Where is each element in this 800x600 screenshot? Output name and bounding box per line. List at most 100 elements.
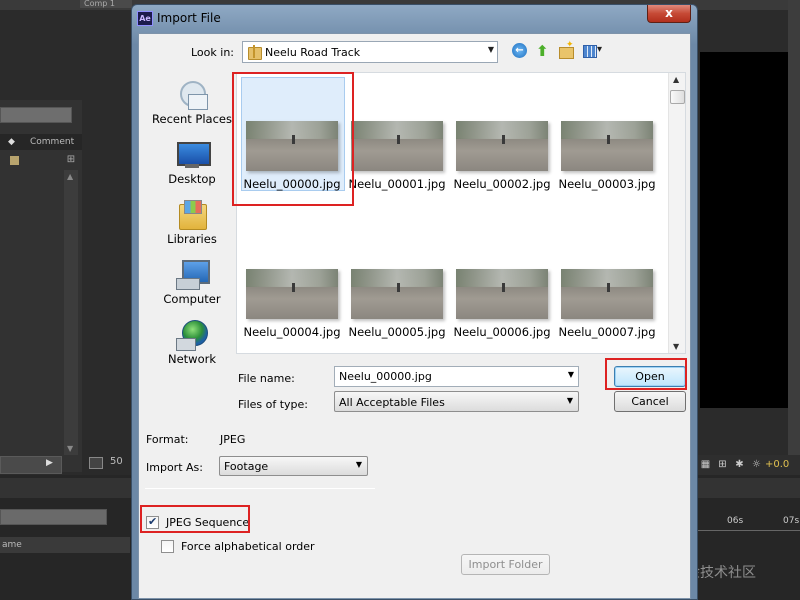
chevron-down-icon[interactable]: ▼	[567, 396, 573, 405]
exposure-icon[interactable]: ☼	[748, 455, 765, 475]
places-bar: Recent Places Desktop Libraries Computer…	[146, 72, 236, 415]
files-of-type-select[interactable]: All Acceptable Files ▼	[334, 391, 579, 412]
look-in-value: Neelu Road Track	[265, 46, 361, 59]
file-name-field[interactable]: Neelu_00000.jpg ▼	[334, 366, 579, 387]
import-folder-button[interactable]: Import Folder	[461, 554, 550, 575]
jpeg-sequence-option[interactable]: JPEG Sequence	[146, 515, 256, 531]
image-thumbnail	[246, 269, 338, 319]
flowchart-icon[interactable]: ⊞	[64, 154, 78, 166]
import-as-select[interactable]: Footage ▼	[219, 456, 368, 476]
after-effects-app-icon: Ae	[137, 11, 153, 26]
tag-icon: ◆	[8, 137, 15, 147]
import-as-label: Import As:	[146, 461, 203, 474]
label-color-swatch	[10, 156, 19, 165]
project-scrollbar[interactable]: ▲ ▼	[64, 170, 78, 455]
file-list-scrollbar[interactable]: ▲ ▼	[668, 73, 685, 353]
cancel-button[interactable]: Cancel	[614, 391, 686, 412]
zoom-level[interactable]: 50	[110, 456, 123, 467]
force-alphabetical-option[interactable]: Force alphabetical order	[161, 539, 315, 555]
place-label: Recent Places	[152, 112, 232, 126]
file-item[interactable]: Neelu_00001.jpg	[342, 73, 447, 191]
file-name: Neelu_00005.jpg	[348, 325, 446, 339]
chevron-down-icon[interactable]: ▼	[488, 45, 494, 54]
place-desktop[interactable]: Desktop	[146, 140, 238, 196]
image-thumbnail	[351, 121, 443, 171]
dialog-client-area: Look in: Neelu Road Track ▼ ⬆ Recent Pla…	[138, 33, 691, 599]
file-name: Neelu_00007.jpg	[558, 325, 656, 339]
up-folder-icon[interactable]: ⬆	[536, 42, 554, 60]
file-name: Neelu_00000.jpg	[243, 177, 341, 191]
dialog-titlebar[interactable]: Ae Import File x	[132, 5, 697, 31]
format-value: JPEG	[220, 433, 246, 446]
file-item[interactable]: Neelu_00000.jpg	[237, 73, 345, 191]
force-alphabetical-checkbox[interactable]	[161, 540, 174, 553]
file-item[interactable]: Neelu_00005.jpg	[342, 221, 447, 339]
comment-column-header[interactable]: Comment	[30, 134, 74, 150]
exposure-value[interactable]: +0.0	[765, 455, 789, 475]
close-button[interactable]: x	[647, 5, 691, 23]
separator	[145, 488, 375, 489]
file-name: Neelu_00004.jpg	[243, 325, 341, 339]
place-recent-places[interactable]: Recent Places	[146, 80, 238, 136]
image-thumbnail	[561, 121, 653, 171]
view-menu-icon[interactable]	[581, 42, 607, 60]
project-column-header: ◆ Comment	[0, 134, 82, 150]
ruler-tick-06s: 06s	[727, 516, 744, 526]
place-network[interactable]: Network	[146, 320, 238, 376]
place-label: Network	[167, 352, 217, 366]
format-label: Format:	[146, 433, 189, 446]
libraries-icon	[176, 200, 208, 230]
dialog-title: Import File	[157, 11, 221, 25]
ruler-tick-07s: 07s	[783, 516, 800, 526]
region-icon[interactable]: ▦	[697, 455, 714, 475]
computer-icon	[176, 260, 210, 290]
transparency-grid-icon[interactable]: ⊞	[714, 455, 731, 475]
place-label: Desktop	[168, 172, 216, 186]
files-of-type-label: Files of type:	[238, 398, 309, 411]
new-folder-icon[interactable]	[557, 40, 575, 60]
place-libraries[interactable]: Libraries	[146, 200, 238, 256]
chevron-down-icon[interactable]: ▼	[356, 460, 362, 469]
project-search-field[interactable]	[0, 107, 72, 123]
scroll-down-icon[interactable]: ▼	[67, 444, 73, 453]
file-item[interactable]: Neelu_00002.jpg	[447, 73, 552, 191]
jpeg-sequence-label[interactable]: JPEG Sequence	[166, 516, 249, 529]
network-icon	[176, 320, 208, 351]
scroll-up-icon[interactable]: ▲	[67, 172, 73, 181]
ruler-line	[697, 530, 800, 531]
chevron-down-icon[interactable]: ▼	[568, 370, 574, 379]
image-thumbnail	[246, 121, 338, 171]
file-item[interactable]: Neelu_00007.jpg	[552, 221, 657, 339]
file-name-label: File name:	[238, 372, 295, 385]
look-in-label: Look in:	[191, 46, 234, 59]
file-item[interactable]: Neelu_00004.jpg	[237, 221, 342, 339]
place-computer[interactable]: Computer	[146, 260, 238, 316]
file-item[interactable]: Neelu_00003.jpg	[552, 73, 657, 191]
import-as-value: Footage	[224, 460, 269, 473]
monitor-icon[interactable]	[89, 457, 103, 469]
file-name: Neelu_00002.jpg	[453, 177, 551, 191]
viewer-toolbar: ▦ ⊞ ✱ ☼ +0.0	[697, 455, 800, 475]
play-icon[interactable]: ▶	[46, 458, 53, 468]
image-thumbnail	[456, 269, 548, 319]
composition-viewer	[700, 52, 788, 408]
files-of-type-value: All Acceptable Files	[339, 396, 445, 409]
back-icon[interactable]	[511, 42, 529, 60]
timeline-search-field[interactable]	[0, 509, 107, 525]
comp-tab[interactable]: Comp 1	[80, 0, 132, 8]
timeline-layer-name-header[interactable]: ame	[0, 537, 130, 553]
image-thumbnail	[351, 269, 443, 319]
scroll-down-icon[interactable]: ▼	[673, 342, 679, 351]
scroll-up-icon[interactable]: ▲	[673, 75, 679, 84]
image-thumbnail	[456, 121, 548, 171]
open-button[interactable]: Open	[614, 366, 686, 387]
place-label: Computer	[163, 292, 221, 306]
scrollbar-thumb[interactable]	[670, 90, 685, 104]
file-list[interactable]: Neelu_00000.jpg Neelu_00001.jpg Neelu_00…	[236, 72, 686, 354]
snapshot-icon[interactable]: ✱	[731, 455, 748, 475]
force-alphabetical-label[interactable]: Force alphabetical order	[181, 540, 315, 553]
jpeg-sequence-checkbox[interactable]	[146, 515, 159, 529]
look-in-combo[interactable]: Neelu Road Track ▼	[242, 41, 498, 63]
file-item[interactable]: Neelu_00006.jpg	[447, 221, 552, 339]
image-thumbnail	[561, 269, 653, 319]
